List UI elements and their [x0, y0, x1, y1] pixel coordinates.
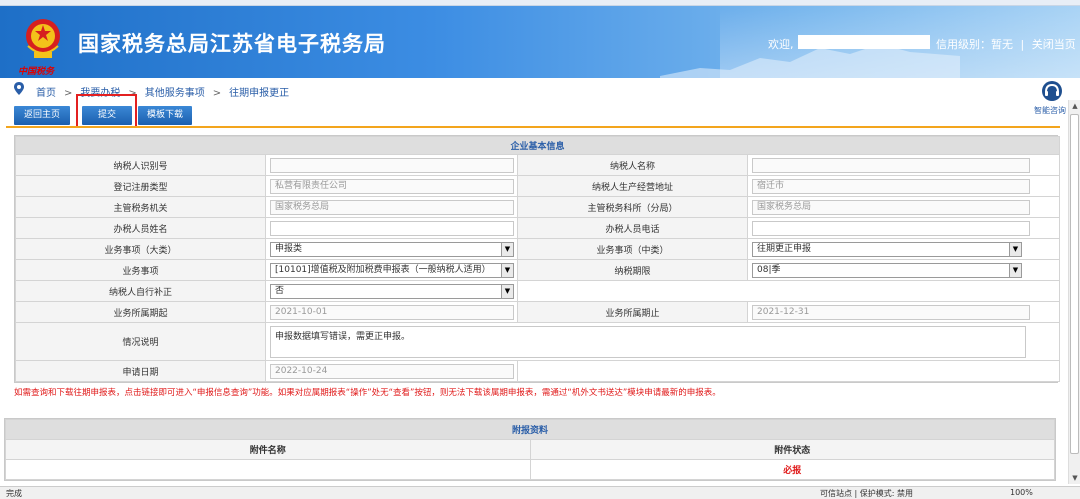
period-start-label: 业务所属期起	[15, 301, 266, 323]
attachments-table: 附报资料 附件名称 附件状态 必报	[4, 418, 1056, 481]
close-page-link[interactable]: 关闭当页	[1032, 38, 1076, 51]
self-correct-label: 纳税人自行补正	[15, 280, 266, 302]
breadcrumb-home[interactable]: 首页	[36, 88, 56, 99]
period-label: 纳税期限	[517, 259, 748, 281]
apply-date-field: 2022-10-24	[270, 363, 514, 379]
back-home-button[interactable]: 返回主页	[14, 106, 70, 125]
dropdown-arrow-icon[interactable]: ▼	[501, 242, 513, 256]
tax-section-field: 国家税务总局	[752, 199, 1030, 215]
dropdown-arrow-icon[interactable]: ▼	[1009, 242, 1021, 256]
site-title: 国家税务总局江苏省电子税务局	[78, 32, 386, 56]
handler-name-input[interactable]	[270, 220, 514, 236]
biz-mid-label: 业务事项（中类）	[517, 238, 748, 260]
headset-icon	[1042, 81, 1062, 101]
tax-section-label: 主管税务科所（分局）	[517, 196, 748, 218]
attachment-name-header: 附件名称	[5, 439, 531, 460]
taxpayer-name-field	[752, 157, 1030, 173]
apply-date-label: 申请日期	[15, 360, 266, 382]
address-label: 纳税人生产经营地址	[517, 175, 748, 197]
welcome-text: 欢迎,	[768, 38, 794, 51]
scroll-down-icon[interactable]: ▼	[1069, 472, 1080, 484]
dropdown-arrow-icon[interactable]: ▼	[501, 284, 513, 298]
biz-major-select[interactable]: 申报类 ▼	[270, 241, 514, 257]
taxpayer-id-label: 纳税人识别号	[15, 154, 266, 176]
taxpayer-id-field	[270, 157, 514, 173]
scroll-thumb[interactable]	[1070, 114, 1079, 454]
zoom-level[interactable]: 100%	[1010, 488, 1033, 497]
attachment-status-header: 附件状态	[529, 439, 1055, 460]
biz-item-select[interactable]: [10101]增值税及附加税费申报表（一般纳税人适用） ▼	[270, 262, 514, 278]
accent-divider	[6, 126, 1060, 128]
description-label: 情况说明	[15, 322, 266, 361]
tax-office-label: 主管税务机关	[15, 196, 266, 218]
enterprise-info-form: 企业基本信息 纳税人识别号 纳税人名称 登记注册类型 私营有限责任公司 纳税人生…	[14, 135, 1061, 383]
submit-highlight-box	[76, 94, 137, 128]
section-title: 企业基本信息	[14, 136, 1061, 155]
breadcrumb-other-services[interactable]: 其他服务事项	[145, 88, 205, 99]
scroll-up-icon[interactable]: ▲	[1069, 100, 1080, 112]
status-done: 完成	[6, 489, 22, 498]
biz-item-label: 业务事项	[15, 259, 266, 281]
description-textarea[interactable]: 申报数据填写错误，需更正申报。	[270, 325, 1026, 358]
browser-status-bar: 完成 可信站点 | 保护模式: 禁用 100%	[0, 486, 1080, 499]
reg-type-label: 登记注册类型	[15, 175, 266, 197]
breadcrumb-separator: >	[212, 88, 222, 99]
dropdown-arrow-icon[interactable]: ▼	[1009, 263, 1021, 277]
page-scrollbar[interactable]: ▲ ▼	[1068, 100, 1080, 484]
period-start-field: 2021-10-01	[270, 304, 514, 320]
biz-mid-select[interactable]: 往期更正申报 ▼	[752, 241, 1022, 257]
attachments-title: 附报资料	[5, 419, 1055, 440]
handler-phone-input[interactable]	[752, 220, 1030, 236]
handler-phone-label: 办税人员电话	[517, 217, 748, 239]
biz-mid-value: 往期更正申报	[757, 243, 812, 254]
attachment-name-cell	[5, 459, 531, 480]
breadcrumb-trail: 首页 > 我要办税 > 其他服务事项 > 往期申报更正	[36, 84, 289, 99]
period-select[interactable]: 08|季 ▼	[752, 262, 1022, 278]
self-correct-value: 否	[275, 285, 285, 296]
period-end-field: 2021-12-31	[752, 304, 1030, 320]
notice-text[interactable]: 如需查询和下载往期申报表，点击链接即可进入“申报信息查询”功能。如果对应属期报表…	[14, 386, 721, 398]
breadcrumb-current[interactable]: 往期申报更正	[229, 88, 289, 99]
credit-links: 信用级别：暂无 | 关闭当页	[936, 36, 1076, 52]
taxpayer-name-label: 纳税人名称	[517, 154, 748, 176]
biz-major-value: 申报类	[275, 243, 303, 254]
dropdown-arrow-icon[interactable]: ▼	[501, 263, 513, 277]
address-field: 宿迁市	[752, 178, 1030, 194]
smart-consult-button[interactable]: 智能咨询	[1034, 80, 1068, 116]
biz-item-value: [10101]增值税及附加税费申报表（一般纳税人适用）	[275, 264, 491, 275]
divider: |	[1020, 38, 1025, 51]
reg-type-field: 私营有限责任公司	[270, 178, 514, 194]
self-correct-select[interactable]: 否 ▼	[270, 283, 514, 299]
biz-major-label: 业务事项（大类）	[15, 238, 266, 260]
security-zone: 可信站点 | 保护模式: 禁用	[820, 489, 914, 498]
tax-emblem-icon	[26, 19, 60, 58]
breadcrumb-separator: >	[64, 88, 73, 99]
breadcrumb: 首页 > 我要办税 > 其他服务事项 > 往期申报更正	[0, 78, 1080, 100]
template-download-button[interactable]: 模板下载	[138, 106, 192, 125]
smart-consult-label: 智能咨询	[1034, 106, 1066, 115]
user-name-redacted	[798, 35, 930, 49]
handler-name-label: 办税人员姓名	[15, 217, 266, 239]
empty-cell	[516, 360, 1061, 382]
empty-cell	[516, 280, 1061, 302]
period-value: 08|季	[757, 264, 781, 275]
site-banner: 中国税务 国家税务总局江苏省电子税务局 欢迎, 信用级别：暂无 | 关闭当页	[0, 6, 1080, 78]
credit-level: 信用级别：暂无	[936, 38, 1013, 51]
tax-office-field: 国家税务总局	[270, 199, 514, 215]
location-pin-icon	[14, 82, 24, 95]
emblem-text: 中国税务	[18, 67, 55, 77]
period-end-label: 业务所属期止	[517, 301, 748, 323]
attachment-required-status: 必报	[529, 459, 1055, 480]
